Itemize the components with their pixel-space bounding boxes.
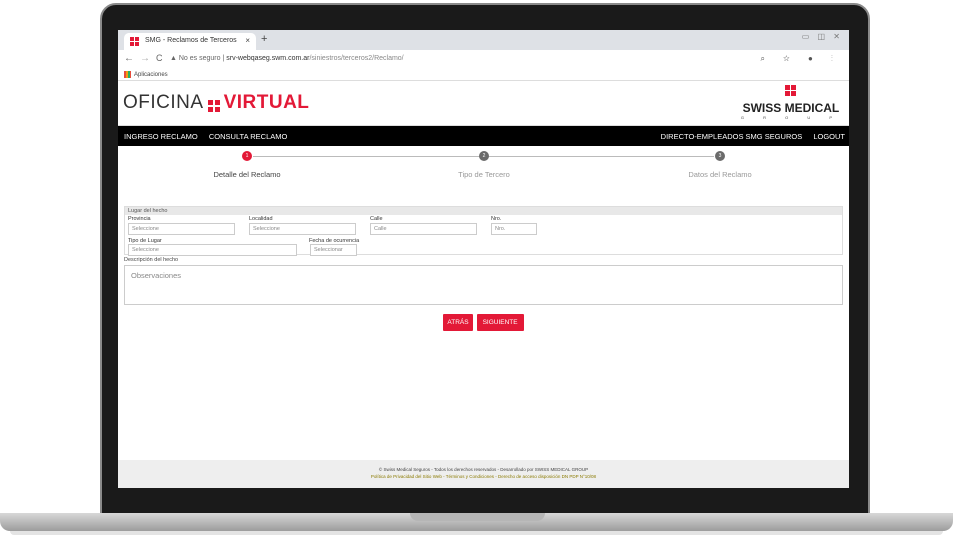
footer-links[interactable]: Política de Privacidad del Sitio Web - T… xyxy=(118,474,849,479)
descripcion-label: Descripción del hecho xyxy=(124,257,179,263)
favicon-icon xyxy=(130,37,139,46)
back-button[interactable]: ATRÁS xyxy=(443,314,473,331)
step-1-indicator: 1 xyxy=(242,151,252,161)
next-button[interactable]: SIGUIENTE xyxy=(476,314,524,331)
address-icons[interactable]: ⌕ ☆ ● ⋮ xyxy=(760,54,841,64)
form-actions: ATRÁS SIGUIENTE xyxy=(118,314,849,331)
tab-bar: SMG - Reclamos de Terceros × + ▭ ◫ ✕ xyxy=(118,30,849,50)
security-label: No es seguro xyxy=(178,55,221,62)
main-navbar: INGRESO RECLAMO CONSULTA RECLAMO DIRECTO… xyxy=(118,126,849,146)
step-3-indicator: 3 xyxy=(715,151,725,161)
swiss-cross-icon xyxy=(785,85,797,96)
provincia-select[interactable]: Seleccione xyxy=(128,223,235,235)
nav-consulta-reclamo[interactable]: CONSULTA RECLAMO xyxy=(209,132,288,141)
back-icon[interactable]: ← xyxy=(124,53,134,64)
nav-logout[interactable]: LOGOUT xyxy=(813,132,845,141)
laptop-shadow xyxy=(10,531,943,535)
nav-ingreso-reclamo[interactable]: INGRESO RECLAMO xyxy=(124,132,198,141)
footer-copyright: © Swiss Medical Seguros - Todos los dere… xyxy=(378,467,589,472)
step-1-label: Detalle del Reclamo xyxy=(213,170,281,179)
tab-close-icon[interactable]: × xyxy=(245,36,250,45)
nro-label: Nro. xyxy=(491,216,502,222)
nav-user[interactable]: DIRECTO-EMPLEADOS SMG SEGUROS xyxy=(661,132,803,141)
window-controls[interactable]: ▭ ◫ ✕ xyxy=(802,32,843,41)
provincia-label: Provincia xyxy=(128,216,151,222)
nro-input[interactable]: Nro. xyxy=(491,223,537,235)
oficina-virtual-logo[interactable]: OFICINA VIRTUAL xyxy=(123,92,309,114)
lugar-del-hecho-section: Lugar del hecho Provincia Seleccione Loc… xyxy=(124,206,843,256)
step-3-label: Datos del Reclamo xyxy=(688,170,752,179)
warning-icon: ▲ xyxy=(170,55,179,62)
localidad-select[interactable]: Seleccione xyxy=(249,223,356,235)
site-footer: © Swiss Medical Seguros - Todos los dere… xyxy=(118,460,849,488)
reload-icon[interactable]: C xyxy=(156,53,163,63)
bookmarks-bar: Aplicaciones xyxy=(118,69,849,81)
address-bar: ← → C ▲ No es seguro | srv-webqaseg.swm.… xyxy=(118,50,849,69)
bookmark-apps[interactable]: Aplicaciones xyxy=(134,72,168,78)
swiss-medical-logo: SWISS MEDICAL G R O U P xyxy=(741,85,841,120)
url-host: srv-webqaseg.swm.com.ar xyxy=(226,55,310,62)
site-header: OFICINA VIRTUAL SWISS MEDICAL G R O U P xyxy=(118,81,849,126)
localidad-label: Localidad xyxy=(249,216,273,222)
new-tab-button[interactable]: + xyxy=(261,33,267,45)
laptop-notch xyxy=(410,513,545,521)
browser-window: SMG - Reclamos de Terceros × + ▭ ◫ ✕ ← →… xyxy=(118,30,849,488)
apps-icon xyxy=(124,71,131,78)
section-title: Lugar del hecho xyxy=(125,207,842,215)
url-field[interactable]: ▲ No es seguro | srv-webqaseg.swm.com.ar… xyxy=(170,53,810,66)
fecha-input[interactable]: Seleccionar xyxy=(310,244,357,256)
forward-icon[interactable]: → xyxy=(140,53,150,64)
descripcion-textarea[interactable]: Observaciones xyxy=(124,265,843,305)
url-path: /siniestros/terceros2/Reclamo/ xyxy=(309,55,404,62)
step-2-indicator: 2 xyxy=(479,151,489,161)
browser-tab[interactable]: SMG - Reclamos de Terceros × xyxy=(124,33,256,50)
wizard-stepper: 1 2 3 Detalle del Reclamo Tipo de Tercer… xyxy=(118,146,849,198)
calle-input[interactable]: Calle xyxy=(370,223,477,235)
tab-title: SMG - Reclamos de Terceros xyxy=(145,37,237,44)
calle-label: Calle xyxy=(370,216,383,222)
tipo-lugar-select[interactable]: Seleccione xyxy=(128,244,297,256)
logo-dots-icon xyxy=(207,100,220,112)
step-2-label: Tipo de Tercero xyxy=(458,170,510,179)
